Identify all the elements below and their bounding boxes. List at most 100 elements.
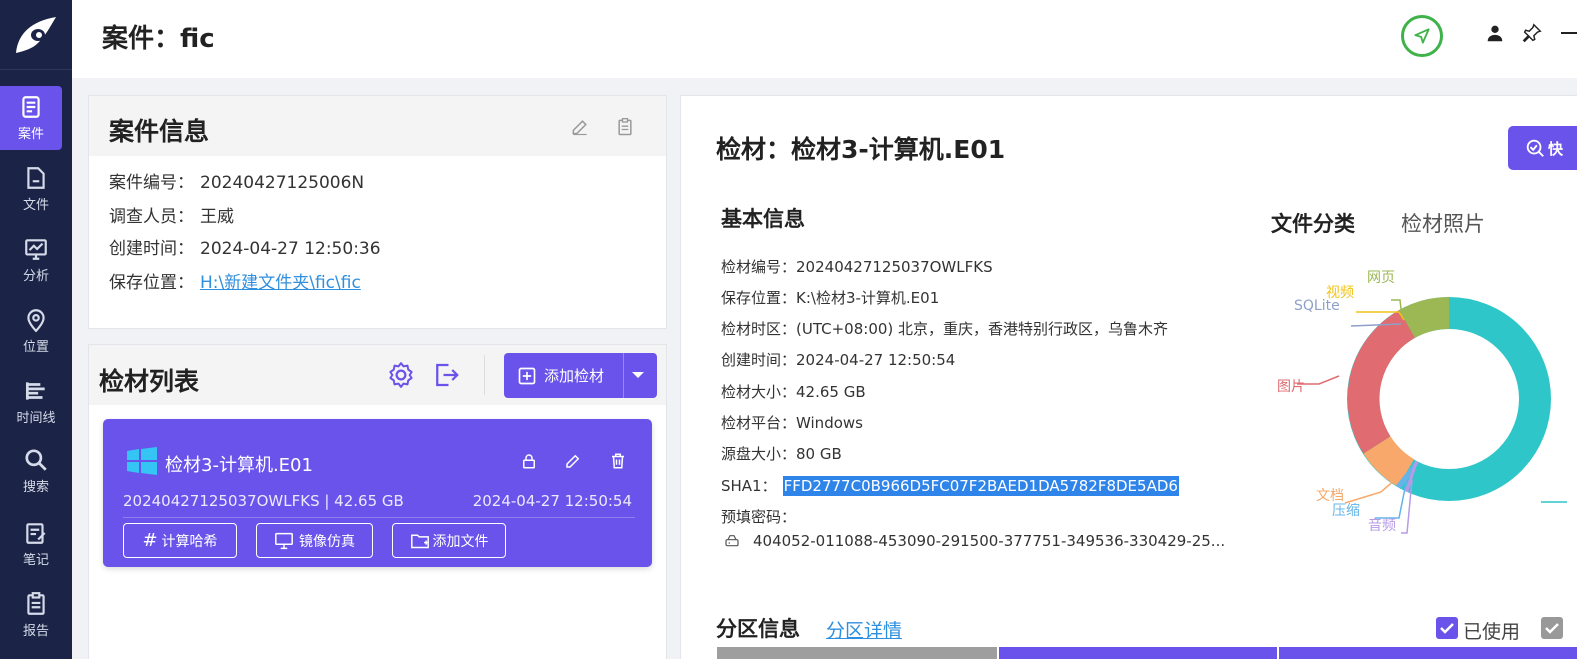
preset-password-label: 预填密码： — [721, 508, 797, 526]
partition-info-title: 分区信息 — [716, 617, 800, 641]
add-file-button[interactable]: 添加文件 — [392, 523, 506, 558]
sidebar-item-label: 位置 — [22, 340, 49, 355]
case-info-header: 案件信息 — [89, 96, 666, 156]
evidence-platform-label: 检材平台： — [721, 414, 797, 432]
partition-bar-segment[interactable] — [717, 647, 997, 659]
chart-label-sqlite: SQLite — [1294, 298, 1340, 314]
source-disk-size-row: 源盘大小：80 GB — [721, 443, 842, 464]
sidebar-item-label: 笔记 — [22, 553, 49, 568]
sidebar-item-file[interactable]: 文件 — [0, 157, 72, 221]
user-icon[interactable] — [1484, 22, 1506, 44]
investigator-row: 调查人员： 王威 — [109, 202, 234, 227]
evidence-list-card: 检材列表 添加检材 检材3-计算机.E01 20240427125037OWLF… — [88, 344, 667, 659]
evidence-number-label: 检材编号： — [721, 258, 797, 276]
sidebar-item-label: 分析 — [22, 269, 49, 284]
notes-icon — [26, 523, 46, 544]
case-info-card: 案件信息 案件编号： 20240427125006N 调查人员： 王威 创建时间： 2… — [88, 95, 667, 329]
send-icon — [1414, 28, 1430, 44]
chart-label-audio: 音频 — [1368, 518, 1396, 534]
chart-slice-audio — [1404, 460, 1418, 493]
investigator-value: 王威 — [200, 207, 234, 227]
sidebar-item-label: 搜索 — [22, 480, 49, 495]
tab-evidence-photo[interactable]: 检材照片 — [1401, 208, 1485, 238]
search-icon — [25, 449, 47, 471]
divider — [123, 517, 635, 518]
compute-hash-button[interactable]: # 计算哈希 — [123, 523, 237, 558]
created-time-label: 创建时间： — [109, 239, 194, 259]
sidebar-item-analysis[interactable]: 分析 — [0, 228, 72, 292]
dropdown-caret-icon[interactable] — [631, 368, 645, 382]
evidence-detail-panel: 检材：检材3-计算机.E01 快 基本信息 检材编号：2024042712503… — [680, 95, 1577, 659]
sidebar-item-label: 文件 — [22, 198, 49, 213]
chart-slice-image — [1347, 310, 1416, 454]
chart-slice-document — [1363, 435, 1415, 487]
save-location-label: 保存位置： — [109, 273, 194, 293]
tab-file-classify[interactable]: 文件分类 — [1271, 208, 1355, 238]
chart-slice-archive — [1396, 460, 1420, 490]
evidence-list-header: 检材列表 添加检材 — [89, 345, 666, 405]
sidebar-item-label: 案件 — [17, 127, 44, 142]
sidebar-item-location[interactable]: 位置 — [0, 299, 72, 363]
button-split-divider — [623, 353, 624, 398]
trash-icon[interactable] — [609, 452, 627, 470]
evidence-size-label: 检材大小： — [721, 383, 797, 401]
investigator-label: 调查人员： — [109, 207, 194, 227]
mirror-emulation-button[interactable]: 镜像仿真 — [256, 523, 373, 558]
evidence-timezone-label: 检材时区： — [721, 320, 797, 338]
chart-label-webpage: 网页 — [1367, 270, 1395, 286]
sidebar-item-label: 时间线 — [16, 411, 56, 426]
used-label: 已使用 — [1463, 621, 1521, 643]
edit-icon[interactable] — [564, 452, 582, 470]
other-checkbox[interactable] — [1541, 617, 1563, 639]
hash-icon: # — [142, 530, 158, 551]
evidence-item-card[interactable]: 检材3-计算机.E01 20240427125037OWLFKS | 42.65… — [103, 419, 652, 567]
clipboard-icon[interactable] — [615, 117, 635, 137]
evidence-timezone-row: 检材时区：(UTC+08:00) 北京，重庆，香港特别行政区，乌鲁木齐 — [721, 318, 1168, 339]
logo-icon — [16, 16, 56, 53]
sidebar-item-notes[interactable]: 笔记 — [0, 512, 72, 576]
sidebar: 案件 文件 分析 位置 时间线 搜索 笔记 报告 — [0, 0, 72, 659]
lock-icon[interactable] — [520, 452, 538, 470]
sha1-label: SHA1： — [721, 477, 777, 495]
sidebar-item-search[interactable]: 搜索 — [0, 439, 72, 503]
sidebar-item-label: 报告 — [22, 624, 49, 639]
sidebar-item-case[interactable]: 案件 — [0, 86, 62, 150]
check-icon — [1440, 623, 1454, 634]
chart-label-image: 图片 — [1277, 379, 1305, 395]
case-icon — [22, 96, 40, 118]
case-number-label: 案件编号： — [109, 173, 194, 193]
settings-gear-icon[interactable] — [386, 360, 416, 390]
used-checkbox[interactable] — [1436, 617, 1458, 639]
case-number-value: 20240427125006N — [200, 173, 365, 193]
save-location-link[interactable]: H:\新建文件夹\fic\fic — [200, 273, 361, 293]
evidence-number-row: 检材编号：20240427125037OWLFKS — [721, 256, 993, 277]
evidence-location-label: 保存位置： — [721, 289, 797, 307]
add-file-label: 添加文件 — [432, 533, 489, 550]
evidence-detail-title: 检材：检材3-计算机.E01 — [716, 135, 1006, 164]
status-indicator-button[interactable] — [1401, 15, 1443, 57]
sidebar-item-timeline[interactable]: 时间线 — [0, 370, 72, 434]
add-evidence-label: 添加检材 — [544, 367, 605, 385]
edit-icon[interactable] — [570, 117, 590, 137]
evidence-timezone-value: (UTC+08:00) 北京，重庆，香港特别行政区，乌鲁木齐 — [796, 320, 1169, 338]
quick-action-button[interactable]: 快 — [1508, 126, 1577, 170]
add-box-icon — [518, 367, 536, 384]
evidence-name: 检材3-计算机.E01 — [165, 455, 313, 476]
check-icon — [1545, 623, 1559, 634]
minimize-icon[interactable] — [1561, 32, 1577, 34]
sha1-value[interactable]: FFD2777C0B966D5FC07F2BAED1DA5782F8DE5AD6 — [782, 476, 1179, 496]
pin-icon[interactable] — [1521, 22, 1543, 44]
export-icon[interactable] — [431, 360, 461, 390]
sidebar-item-report[interactable]: 报告 — [0, 583, 72, 647]
source-disk-size-value: 80 GB — [796, 445, 842, 463]
partition-bar-segment[interactable] — [1279, 647, 1577, 659]
preset-password-row: 预填密码： — [721, 506, 796, 527]
save-location-row: 保存位置： H:\新建文件夹\fic\fic — [109, 268, 361, 293]
case-number-row: 案件编号： 20240427125006N — [109, 168, 364, 193]
source-disk-size-label: 源盘大小： — [721, 445, 797, 463]
compute-hash-label: 计算哈希 — [161, 533, 218, 550]
partition-detail-link[interactable]: 分区详情 — [826, 616, 902, 643]
evidence-size-value: 42.65 GB — [796, 383, 866, 401]
partition-bar-segment[interactable] — [999, 647, 1277, 659]
add-evidence-button[interactable]: 添加检材 — [504, 353, 657, 398]
